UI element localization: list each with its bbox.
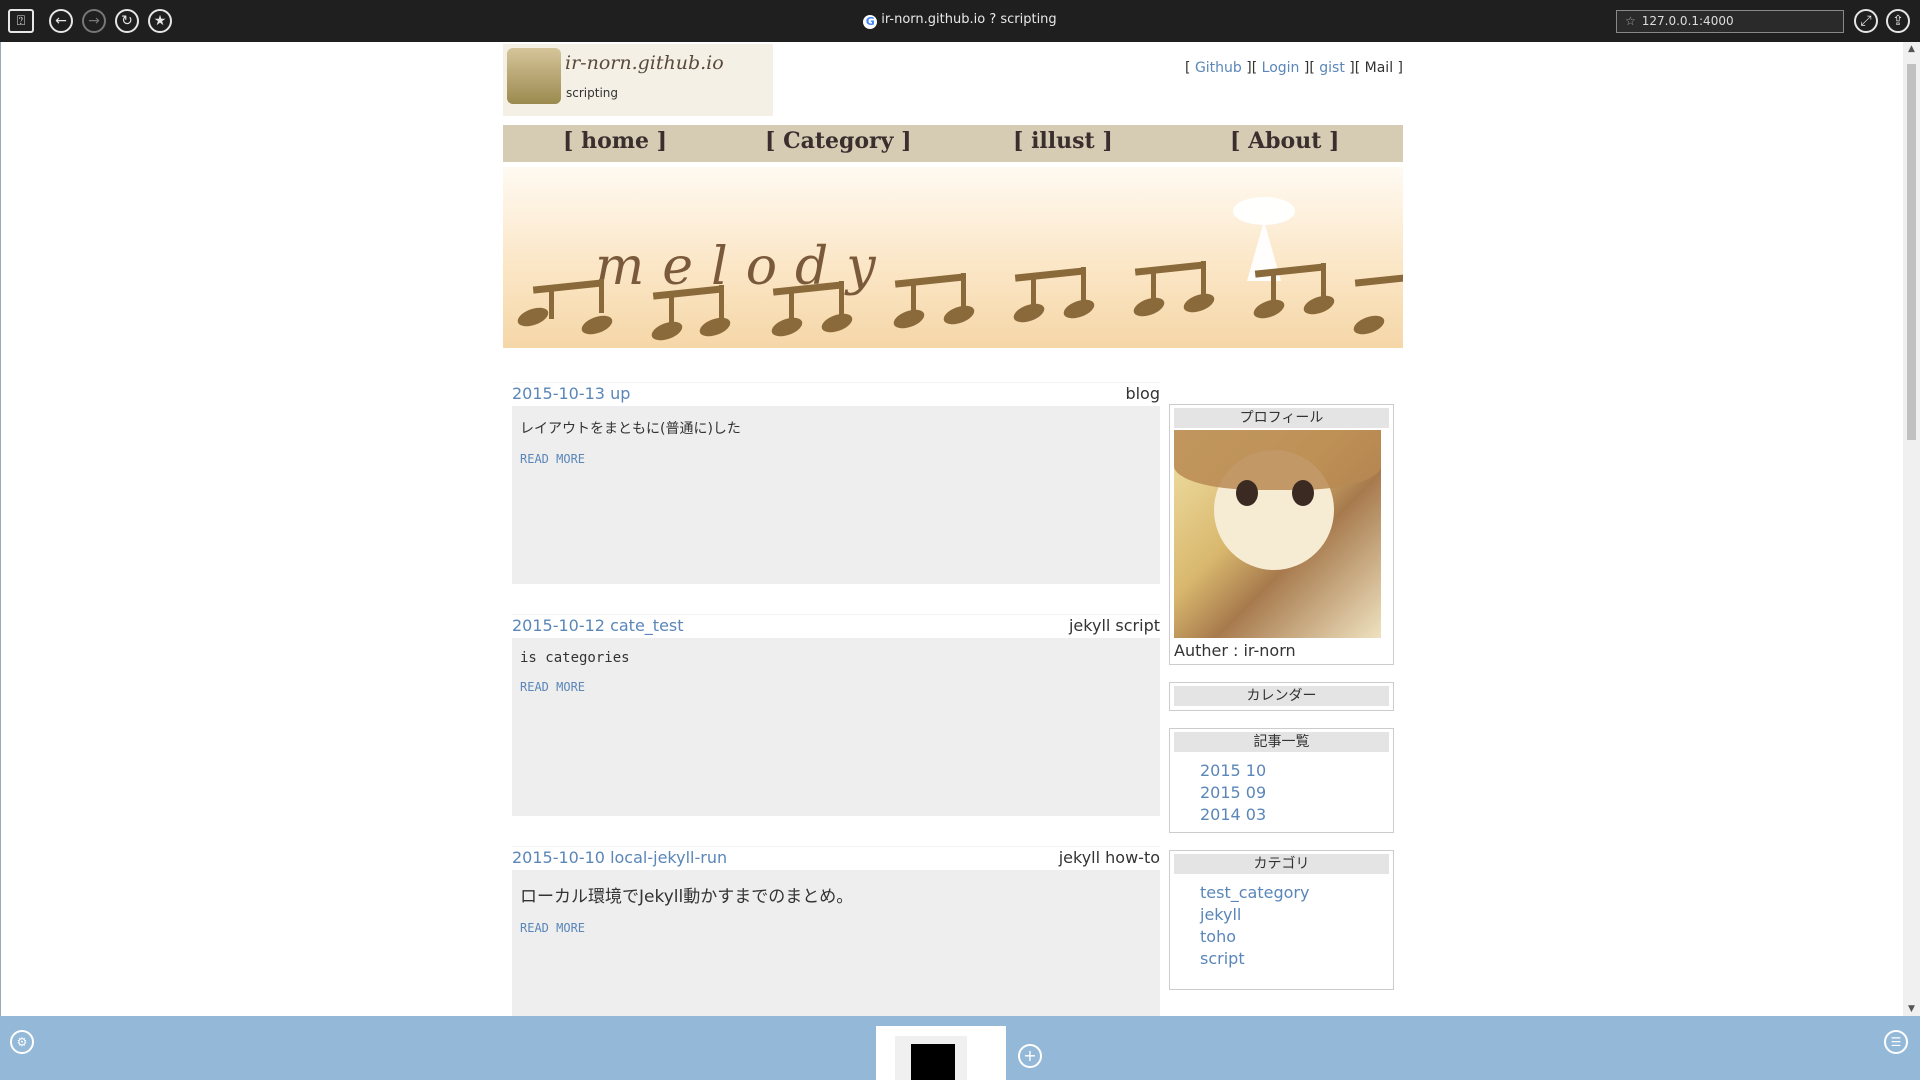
- category-title: カテゴリ: [1174, 854, 1389, 874]
- post-item: 2015-10-13 up blog レイアウトをまともに(普通に)した REA…: [512, 382, 1160, 584]
- author-label: Auther : ir-norn: [1174, 641, 1296, 660]
- gist-link[interactable]: gist: [1319, 60, 1345, 76]
- post-list: 2015-10-13 up blog レイアウトをまともに(普通に)した REA…: [512, 382, 1160, 1016]
- mail-link[interactable]: Mail: [1365, 60, 1393, 76]
- site-title: ir-norn.github.io: [565, 52, 724, 74]
- nav-illust[interactable]: [ illust ]: [1013, 128, 1113, 154]
- post-title-link[interactable]: 2015-10-13 up: [512, 384, 630, 403]
- logo-avatar: [507, 48, 561, 104]
- archive-widget: 記事一覧 2015 10 2015 09 2014 03: [1169, 728, 1394, 833]
- post-body: ローカル環境でJekyll動かすまでのまとめ。 READ MORE: [512, 870, 1160, 1016]
- nav-home[interactable]: [ home ]: [563, 128, 667, 154]
- tabs-menu-icon[interactable]: ☰: [1884, 1030, 1908, 1054]
- calendar-title: カレンダー: [1174, 686, 1389, 706]
- category-link[interactable]: jekyll: [1200, 904, 1389, 926]
- login-link[interactable]: Login: [1262, 60, 1300, 76]
- google-icon: G: [863, 15, 878, 29]
- read-more-link[interactable]: READ MORE: [520, 921, 585, 935]
- profile-image: [1174, 430, 1381, 638]
- read-more-link[interactable]: READ MORE: [520, 452, 585, 466]
- star-icon[interactable]: ☆: [1625, 14, 1636, 28]
- tab-title-text: ir-norn.github.io ? scripting: [881, 12, 1057, 27]
- tab-thumbnail[interactable]: [876, 1026, 1006, 1080]
- main-nav: [ home ] [ Category ] [ illust ] [ About…: [503, 125, 1403, 162]
- page-viewport: ir-norn.github.io scripting [ Github ][ …: [0, 42, 1920, 1016]
- profile-widget: プロフィール Auther : ir-norn: [1169, 404, 1394, 665]
- read-more-link[interactable]: READ MORE: [520, 680, 585, 694]
- scroll-up-arrow[interactable]: ▲: [1907, 44, 1916, 54]
- site-subtitle: scripting: [566, 86, 618, 100]
- post-excerpt: ローカル環境でJekyll動かすまでのまとめ。: [520, 887, 854, 907]
- github-link[interactable]: Github: [1195, 60, 1242, 76]
- sidebar: プロフィール Auther : ir-norn カレンダー 記事一覧 2015 …: [1169, 404, 1394, 1007]
- nav-category[interactable]: [ Category ]: [765, 128, 912, 154]
- post-body: is categories READ MORE: [512, 638, 1160, 816]
- category-link[interactable]: test_category: [1200, 882, 1389, 904]
- header-banner: melody: [503, 167, 1403, 348]
- post-excerpt: レイアウトをまともに(普通に)した: [520, 421, 741, 437]
- top-links: [ Github ][ Login ][ gist ][ Mail ]: [1185, 60, 1403, 76]
- post-category[interactable]: blog: [1125, 384, 1160, 403]
- post-excerpt: is categories: [520, 650, 630, 666]
- nav-about[interactable]: [ About ]: [1230, 128, 1339, 154]
- address-text: 127.0.0.1:4000: [1641, 14, 1734, 28]
- category-link[interactable]: script: [1200, 948, 1389, 970]
- post-body: レイアウトをまともに(普通に)した READ MORE: [512, 406, 1160, 584]
- banner-title: melody: [595, 237, 894, 297]
- share-button[interactable]: ⇪: [1886, 9, 1910, 33]
- archive-title: 記事一覧: [1174, 732, 1389, 752]
- post-category[interactable]: jekyll script: [1069, 616, 1160, 635]
- post-item: 2015-10-12 cate_test jekyll script is ca…: [512, 614, 1160, 816]
- category-link[interactable]: toho: [1200, 926, 1389, 948]
- archive-link[interactable]: 2015 09: [1200, 782, 1389, 804]
- scrollbar[interactable]: ▲ ▼: [1903, 42, 1920, 1016]
- settings-icon[interactable]: ⚙: [10, 1030, 34, 1054]
- archive-link[interactable]: 2014 03: [1200, 804, 1389, 826]
- post-title-link[interactable]: 2015-10-10 local-jekyll-run: [512, 848, 727, 867]
- profile-title: プロフィール: [1174, 408, 1389, 428]
- fullscreen-button[interactable]: ⤢: [1854, 9, 1878, 33]
- category-widget: カテゴリ test_category jekyll toho script: [1169, 850, 1394, 990]
- post-category[interactable]: jekyll how-to: [1059, 848, 1160, 867]
- browser-toolbar: ⍰ ← → ↻ ★ Gir-norn.github.io ? scripting…: [0, 0, 1920, 42]
- tab-bar: ⚙ + ☰: [0, 1016, 1920, 1080]
- post-title-link[interactable]: 2015-10-12 cate_test: [512, 616, 684, 635]
- scroll-down-arrow[interactable]: ▼: [1907, 1004, 1916, 1014]
- site-logo[interactable]: ir-norn.github.io scripting: [503, 44, 773, 116]
- address-bar[interactable]: ☆ 127.0.0.1:4000: [1616, 10, 1844, 33]
- calendar-widget: カレンダー: [1169, 682, 1394, 711]
- new-tab-button[interactable]: +: [1018, 1044, 1042, 1068]
- archive-link[interactable]: 2015 10: [1200, 760, 1389, 782]
- post-item: 2015-10-10 local-jekyll-run jekyll how-t…: [512, 846, 1160, 1016]
- scroll-thumb[interactable]: [1907, 64, 1916, 440]
